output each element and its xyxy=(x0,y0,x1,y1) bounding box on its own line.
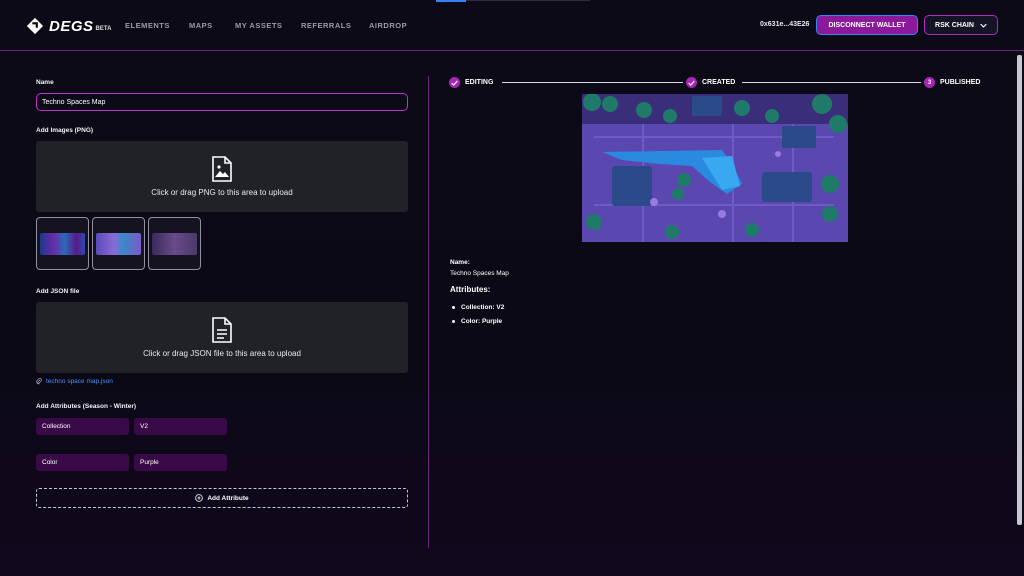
add-attribute-button[interactable]: Add Attribute xyxy=(36,488,408,508)
nav-link-my-assets[interactable]: MY ASSETS xyxy=(235,21,282,30)
plus-circle-icon xyxy=(195,494,204,502)
brand-name: DEGS xyxy=(49,17,94,35)
image-thumbnail[interactable] xyxy=(148,217,201,270)
chain-select-button[interactable]: RSK CHAIN xyxy=(924,15,998,35)
attribute-key-value: Color xyxy=(42,459,58,466)
thumbnail-image xyxy=(96,232,141,255)
attribute-value-value: V2 xyxy=(140,423,148,430)
attribute-key-input[interactable]: Collection xyxy=(36,418,129,435)
nav-link-elements[interactable]: ELEMENTS xyxy=(125,21,170,30)
preview-attribute-item: Color: Purple xyxy=(452,318,502,325)
step-connector xyxy=(502,82,683,83)
page-scrollbar[interactable] xyxy=(1017,55,1022,525)
json-label: Add JSON file xyxy=(36,288,80,295)
preview-name-label: Name: xyxy=(450,259,470,266)
json-file-name[interactable]: techno space map.json xyxy=(46,378,113,385)
attributes-label: Add Attributes (Season - Winter) xyxy=(36,403,137,410)
preview-attribute-text: Collection: V2 xyxy=(461,304,505,311)
step-published: 3 PUBLISHED xyxy=(924,77,980,88)
attribute-key-value: Collection xyxy=(42,423,71,430)
nav-link-referrals[interactable]: REFERRALS xyxy=(301,21,351,30)
thumbnail-image xyxy=(40,232,85,255)
attribute-value-input[interactable]: Purple xyxy=(134,454,227,471)
check-icon xyxy=(686,77,697,88)
check-icon xyxy=(449,77,460,88)
attribute-value-value: Purple xyxy=(140,459,159,466)
image-thumbnail[interactable] xyxy=(36,217,89,270)
name-input[interactable]: Techno Spaces Map xyxy=(36,93,408,111)
attribute-value-input[interactable]: V2 xyxy=(134,418,227,435)
step-label: CREATED xyxy=(702,79,736,86)
logo-diamond-icon xyxy=(26,17,44,35)
step-created: CREATED xyxy=(686,77,735,88)
paperclip-icon xyxy=(36,378,42,385)
name-label: Name xyxy=(36,79,54,86)
nav-link-airdrop[interactable]: AIRDROP xyxy=(369,21,407,30)
active-tab-indicator xyxy=(436,0,466,2)
step-label: PUBLISHED xyxy=(940,79,981,86)
attribute-key-input[interactable]: Color xyxy=(36,454,129,471)
step-connector xyxy=(742,82,921,83)
top-nav: DEGS BETA ELEMENTS MAPS MY ASSETS REFERR… xyxy=(0,0,1024,51)
json-dropzone-text: Click or drag JSON file to this area to … xyxy=(143,349,301,358)
step-number: 3 xyxy=(924,77,935,88)
add-attribute-label: Add Attribute xyxy=(207,494,249,502)
json-dropzone[interactable]: Click or drag JSON file to this area to … xyxy=(36,302,408,373)
png-dropzone[interactable]: Click or drag PNG to this area to upload xyxy=(36,141,408,212)
column-divider xyxy=(428,76,429,548)
disconnect-wallet-label: DISCONNECT WALLET xyxy=(828,21,906,29)
disconnect-wallet-button[interactable]: DISCONNECT WALLET xyxy=(816,15,918,35)
preview-attribute-item: Collection: V2 xyxy=(452,304,504,311)
logo[interactable]: DEGS BETA xyxy=(26,16,111,36)
step-editing: EDITING xyxy=(449,77,493,88)
beta-badge: BETA xyxy=(95,26,112,32)
thumbnail-image xyxy=(152,232,197,255)
tab-track xyxy=(466,0,590,1)
bullet xyxy=(452,320,455,323)
png-dropzone-text: Click or drag PNG to this area to upload xyxy=(151,188,293,197)
step-label: EDITING xyxy=(465,79,494,86)
name-input-value: Techno Spaces Map xyxy=(42,98,106,106)
map-preview-image xyxy=(582,94,848,242)
chevron-down-icon xyxy=(980,23,987,28)
wallet-address: 0x631e...43E26 xyxy=(760,21,810,28)
bullet xyxy=(452,306,455,309)
uploaded-json-file[interactable]: techno space map.json xyxy=(36,378,113,385)
nav-link-maps[interactable]: MAPS xyxy=(189,21,213,30)
image-file-icon xyxy=(212,156,232,182)
image-thumbnail[interactable] xyxy=(92,217,145,270)
chain-label: RSK CHAIN xyxy=(935,21,974,29)
images-label: Add Images (PNG) xyxy=(36,127,94,134)
preview-attributes-title: Attributes: xyxy=(450,285,491,294)
preview-attribute-text: Color: Purple xyxy=(461,318,503,325)
preview-name-value: Techno Spaces Map xyxy=(450,270,509,277)
document-file-icon xyxy=(212,317,232,343)
